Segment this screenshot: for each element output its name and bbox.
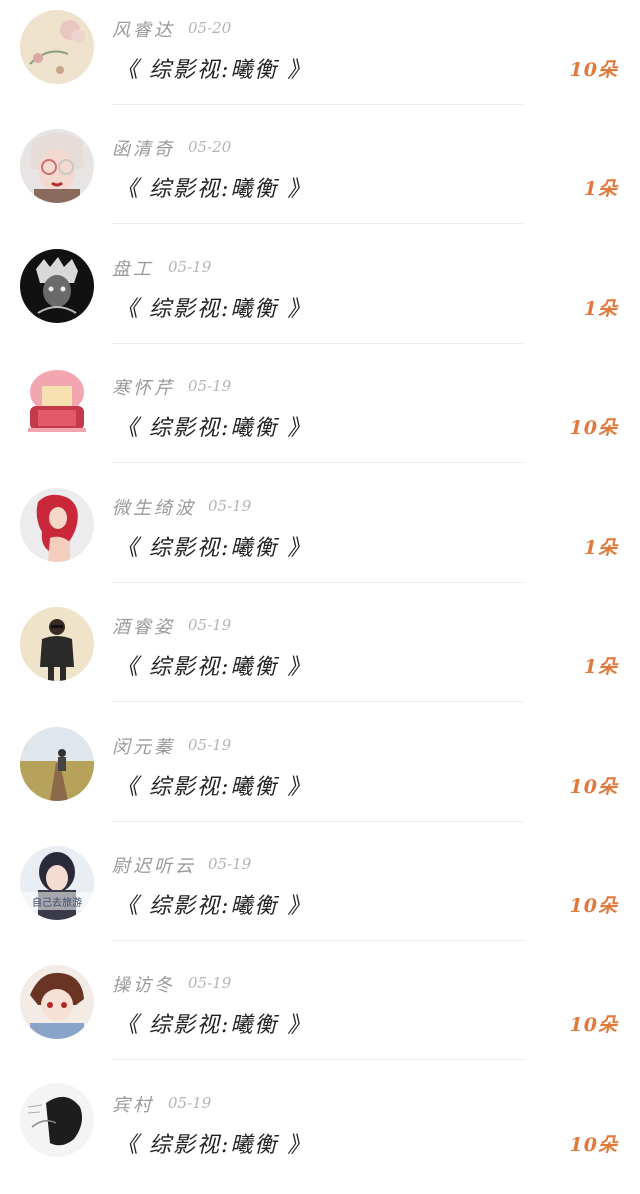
list-item[interactable]: 微生绮波 05-19 《 综影视:曦衡 》 1朵	[0, 478, 640, 597]
book-title[interactable]: 《 综影视:曦衡 》	[116, 410, 311, 442]
gift-date: 05-20	[188, 138, 232, 156]
user-name: 微生绮波	[112, 498, 196, 519]
list-item[interactable]: 风睿达 05-20 《 综影视:曦衡 》 10朵	[0, 0, 640, 119]
list-item[interactable]: 宾村 05-19 《 综影视:曦衡 》 10朵	[0, 1075, 640, 1194]
divider	[112, 701, 524, 702]
list-item[interactable]: 盘工 05-19 《 综影视:曦衡 》 1朵	[0, 239, 640, 358]
gift-count: 10朵	[569, 1014, 618, 1036]
gift-date: 05-19	[188, 616, 232, 634]
gift-count: 10朵	[569, 1134, 618, 1156]
gift-count: 10朵	[569, 417, 618, 439]
gift-date: 05-19	[188, 377, 232, 395]
floral-avatar[interactable]	[20, 10, 94, 84]
gift-date: 05-20	[188, 19, 232, 37]
girl-hood-avatar[interactable]: 自己去旅游	[20, 846, 94, 920]
gift-date: 05-19	[208, 497, 252, 515]
man-suit-avatar[interactable]	[20, 607, 94, 681]
book-title[interactable]: 《 综影视:曦衡 》	[116, 1127, 311, 1159]
gift-date: 05-19	[168, 258, 212, 276]
gift-count: 1朵	[583, 537, 618, 559]
book-title[interactable]: 《 综影视:曦衡 》	[116, 52, 311, 84]
girl-glasses-avatar[interactable]	[20, 129, 94, 203]
gift-count: 1朵	[583, 656, 618, 678]
book-title[interactable]: 《 综影视:曦衡 》	[116, 649, 311, 681]
divider	[112, 343, 524, 344]
user-name: 风睿达	[112, 20, 175, 41]
book-title[interactable]: 《 综影视:曦衡 》	[116, 171, 311, 203]
dark-portrait-avatar[interactable]	[20, 249, 94, 323]
divider	[112, 1059, 524, 1060]
user-name: 寒怀芹	[112, 378, 175, 399]
divider	[112, 821, 524, 822]
list-item[interactable]: 寒怀芹 05-19 《 综影视:曦衡 》 10朵	[0, 358, 640, 477]
book-title[interactable]: 《 综影视:曦衡 》	[116, 530, 311, 562]
user-name: 宾村	[112, 1095, 154, 1116]
gift-date: 05-19	[188, 974, 232, 992]
user-name: 酒睿姿	[112, 617, 175, 638]
book-title[interactable]: 《 综影视:曦衡 》	[116, 1007, 311, 1039]
user-name: 函清奇	[112, 139, 175, 160]
divider	[112, 104, 524, 105]
gift-date: 05-19	[208, 855, 252, 873]
gift-count: 10朵	[569, 59, 618, 81]
avatar-caption: 自己去旅游	[32, 896, 82, 909]
list-item[interactable]: 闵元蓁 05-19 《 综影视:曦衡 》 10朵	[0, 717, 640, 836]
gift-record-list: 风睿达 05-20 《 综影视:曦衡 》 10朵 函清奇 05-20 《 综影视…	[0, 0, 640, 1170]
book-title[interactable]: 《 综影视:曦衡 》	[116, 291, 311, 323]
gift-date: 05-19	[188, 736, 232, 754]
divider	[112, 223, 524, 224]
user-name: 操访冬	[112, 975, 175, 996]
anime-boy-avatar[interactable]	[20, 965, 94, 1039]
book-title[interactable]: 《 综影视:曦衡 》	[116, 769, 311, 801]
gift-count: 1朵	[583, 178, 618, 200]
gift-date: 05-19	[168, 1094, 212, 1112]
divider	[112, 940, 524, 941]
red-hair-avatar[interactable]	[20, 488, 94, 562]
list-item[interactable]: 函清奇 05-20 《 综影视:曦衡 》 1朵	[0, 119, 640, 238]
divider	[112, 462, 524, 463]
user-name: 盘工	[112, 259, 154, 280]
gift-count: 1朵	[583, 298, 618, 320]
book-title[interactable]: 《 综影视:曦衡 》	[116, 888, 311, 920]
list-item[interactable]: 酒睿姿 05-19 《 综影视:曦衡 》 1朵	[0, 597, 640, 716]
gift-count: 10朵	[569, 776, 618, 798]
user-name: 尉迟听云	[112, 856, 196, 877]
divider	[112, 582, 524, 583]
user-name: 闵元蓁	[112, 737, 175, 758]
list-item[interactable]: 操访冬 05-19 《 综影视:曦衡 》 10朵	[0, 955, 640, 1074]
boardwalk-avatar[interactable]	[20, 727, 94, 801]
sketch-avatar[interactable]	[20, 1083, 94, 1157]
gift-count: 10朵	[569, 895, 618, 917]
pink-hair-avatar[interactable]	[20, 368, 94, 442]
list-item[interactable]: 自己去旅游 尉迟听云 05-19 《 综影视:曦衡 》 10朵	[0, 836, 640, 955]
